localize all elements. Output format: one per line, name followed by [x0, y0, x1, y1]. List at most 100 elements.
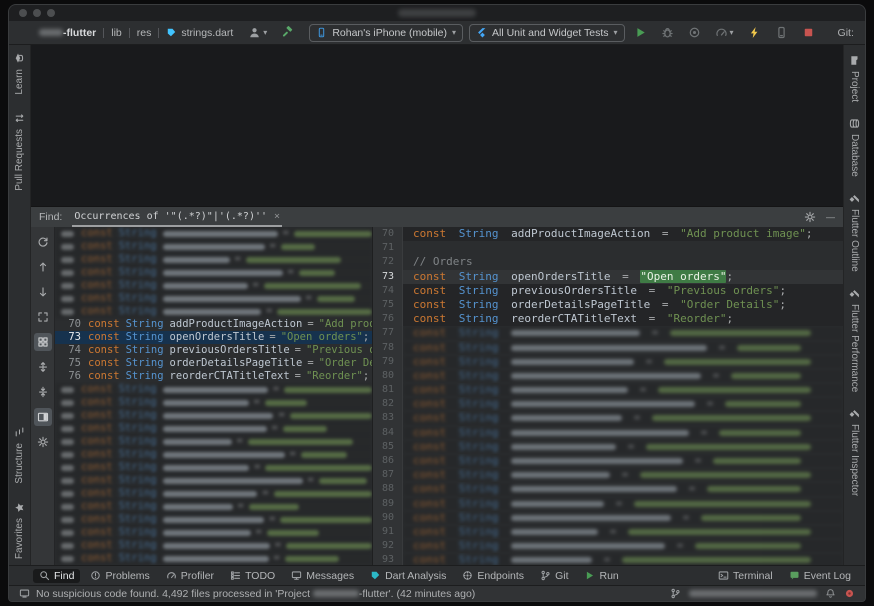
- result-row-redacted[interactable]: const String =: [55, 422, 372, 435]
- preview-line[interactable]: 74 const String previousOrdersTitle = "Pr…: [373, 283, 843, 298]
- tool-stripe-flutter-outline[interactable]: Flutter Outline: [849, 193, 860, 272]
- result-row[interactable]: 75 const String orderDetailsPageTitle = "Orde…: [55, 357, 372, 370]
- preview-line[interactable]: 89 const String =: [373, 496, 843, 511]
- result-row-redacted[interactable]: const String =: [55, 474, 372, 487]
- preview-line[interactable]: 73 const String openOrdersTitle = "Open o…: [373, 269, 843, 284]
- find-results-tab[interactable]: Occurrences of '"(.*?)"|'(.*?)'' ×: [72, 207, 283, 227]
- run-button[interactable]: [631, 25, 650, 40]
- tool-stripe-favorites[interactable]: Favorites: [14, 502, 25, 559]
- result-row-redacted[interactable]: const String =: [55, 266, 372, 279]
- result-row-redacted[interactable]: const String =: [55, 409, 372, 422]
- preview-line[interactable]: 93 const String =: [373, 553, 843, 565]
- preview-line[interactable]: 70 const String addProductImageAction = "…: [373, 227, 843, 242]
- tool-stripe-database[interactable]: Database: [849, 118, 860, 177]
- result-row-redacted[interactable]: const String =: [55, 539, 372, 552]
- tool-stripe-project[interactable]: Project: [849, 55, 860, 102]
- tool-window-button-run[interactable]: Run: [578, 569, 624, 583]
- result-row-redacted[interactable]: const String =: [55, 383, 372, 396]
- tool-window-button-messages[interactable]: Messages: [285, 569, 360, 583]
- preview-line[interactable]: 78 const String =: [373, 340, 843, 355]
- result-row-redacted[interactable]: const String =: [55, 435, 372, 448]
- tool-window-button-event-log[interactable]: Event Log: [783, 569, 857, 583]
- preview-line[interactable]: 79 const String =: [373, 354, 843, 369]
- result-row-redacted[interactable]: const String =: [55, 487, 372, 500]
- tool-window-button-problems[interactable]: Problems: [84, 569, 155, 583]
- preview-line[interactable]: 88 const String =: [373, 482, 843, 497]
- stop-button[interactable]: [799, 25, 818, 40]
- result-row-redacted[interactable]: const String =: [55, 500, 372, 513]
- result-row[interactable]: 73 const String openOrdersTitle = "Open order…: [55, 331, 372, 344]
- breadcrumb-res[interactable]: res: [137, 27, 152, 39]
- preview-line[interactable]: 83 const String =: [373, 411, 843, 426]
- profile-button[interactable]: ▾: [712, 25, 737, 40]
- preview-line[interactable]: 76 const String reorderCTATitleText = "Re…: [373, 312, 843, 327]
- tool-stripe-structure[interactable]: Structure: [14, 427, 25, 484]
- preview-line[interactable]: 82 const String =: [373, 397, 843, 412]
- collapse-all-button[interactable]: [34, 383, 52, 401]
- preview-line[interactable]: 72// Orders: [373, 255, 843, 270]
- result-row-redacted[interactable]: const String =: [55, 240, 372, 253]
- preview-line[interactable]: 81 const String =: [373, 383, 843, 398]
- breadcrumb-file[interactable]: strings.dart: [166, 27, 233, 39]
- preview-line[interactable]: 80 const String =: [373, 368, 843, 384]
- result-row-redacted[interactable]: const String =: [55, 526, 372, 539]
- group-by-button[interactable]: [33, 333, 52, 351]
- result-row-redacted[interactable]: const String =: [55, 305, 372, 318]
- find-header-settings-icon[interactable]: [804, 211, 816, 223]
- preview-line[interactable]: 87 const String =: [373, 468, 843, 483]
- run-config-dropdown[interactable]: All Unit and Widget Tests ▾: [468, 23, 625, 42]
- tool-window-button-profiler[interactable]: Profiler: [160, 569, 220, 583]
- tool-window-button-todo[interactable]: TODO: [224, 569, 281, 583]
- preview-toggle-button[interactable]: [33, 408, 52, 426]
- preview-line[interactable]: 84 const String =: [373, 425, 843, 440]
- breadcrumb-project[interactable]: -flutter: [39, 27, 96, 39]
- result-row-redacted[interactable]: const String =: [55, 292, 372, 305]
- hide-panel-button[interactable]: —: [826, 212, 835, 222]
- minimize-window-button[interactable]: [33, 9, 41, 17]
- previous-occurrence-button[interactable]: [34, 258, 52, 276]
- build-button[interactable]: [278, 25, 297, 40]
- preview-line[interactable]: 71: [373, 241, 843, 256]
- update-project-button[interactable]: [860, 25, 865, 40]
- debug-button[interactable]: [658, 25, 677, 40]
- result-row[interactable]: 74 const String previousOrdersTitle = "Previo…: [55, 344, 372, 357]
- next-occurrence-button[interactable]: [34, 283, 52, 301]
- preview-line[interactable]: 90 const String =: [373, 510, 843, 525]
- tool-window-button-terminal[interactable]: Terminal: [712, 569, 779, 583]
- tool-stripe-flutter-inspector[interactable]: Flutter Inspector: [849, 408, 860, 496]
- ide-error-indicator-icon[interactable]: [844, 588, 855, 599]
- tool-window-button-git[interactable]: Git: [534, 569, 574, 583]
- preview-line[interactable]: 77 const String =: [373, 326, 843, 341]
- preview-line[interactable]: 85 const String =: [373, 439, 843, 454]
- tool-window-button-dart-analysis[interactable]: Dart Analysis: [364, 569, 452, 583]
- result-row[interactable]: 70 const String addProductImageAction = "Add …: [55, 318, 372, 331]
- device-selector-dropdown[interactable]: Rohan's iPhone (mobile) ▾: [309, 23, 463, 42]
- tool-stripe-learn[interactable]: Learn: [14, 53, 25, 95]
- tool-stripe-flutter-performance[interactable]: Flutter Performance: [849, 288, 860, 392]
- result-row-redacted[interactable]: const String =: [55, 279, 372, 292]
- result-row-redacted[interactable]: const String =: [55, 461, 372, 474]
- close-window-button[interactable]: [19, 9, 27, 17]
- navigate-source-button[interactable]: [34, 308, 52, 326]
- preview-line[interactable]: 86 const String =: [373, 454, 843, 469]
- editor-area[interactable]: [31, 45, 843, 207]
- result-row-redacted[interactable]: const String =: [55, 552, 372, 565]
- result-row-redacted[interactable]: const String =: [55, 253, 372, 266]
- tool-window-button-find[interactable]: Find: [33, 568, 81, 583]
- breadcrumb-lib[interactable]: lib: [111, 27, 122, 39]
- preview-line[interactable]: 92 const String =: [373, 539, 843, 554]
- expand-all-button[interactable]: [34, 358, 52, 376]
- git-branch-icon[interactable]: [670, 588, 681, 599]
- rerun-find-button[interactable]: [34, 233, 52, 251]
- tool-window-button-endpoints[interactable]: Endpoints: [456, 569, 530, 583]
- close-icon[interactable]: ×: [274, 211, 280, 222]
- notifications-icon[interactable]: [825, 588, 836, 599]
- tool-stripe-pull-requests[interactable]: Pull Requests: [14, 113, 25, 190]
- result-row-redacted[interactable]: const String =: [55, 448, 372, 461]
- result-row[interactable]: 76 const String reorderCTATitleText = "Reorde…: [55, 370, 372, 383]
- preview-line[interactable]: 91 const String =: [373, 524, 843, 540]
- result-row-redacted[interactable]: const String =: [55, 513, 372, 526]
- result-row-redacted[interactable]: const String =: [55, 227, 372, 240]
- zoom-window-button[interactable]: [47, 9, 55, 17]
- preview-line[interactable]: 75 const String orderDetailsPageTitle = "…: [373, 297, 843, 313]
